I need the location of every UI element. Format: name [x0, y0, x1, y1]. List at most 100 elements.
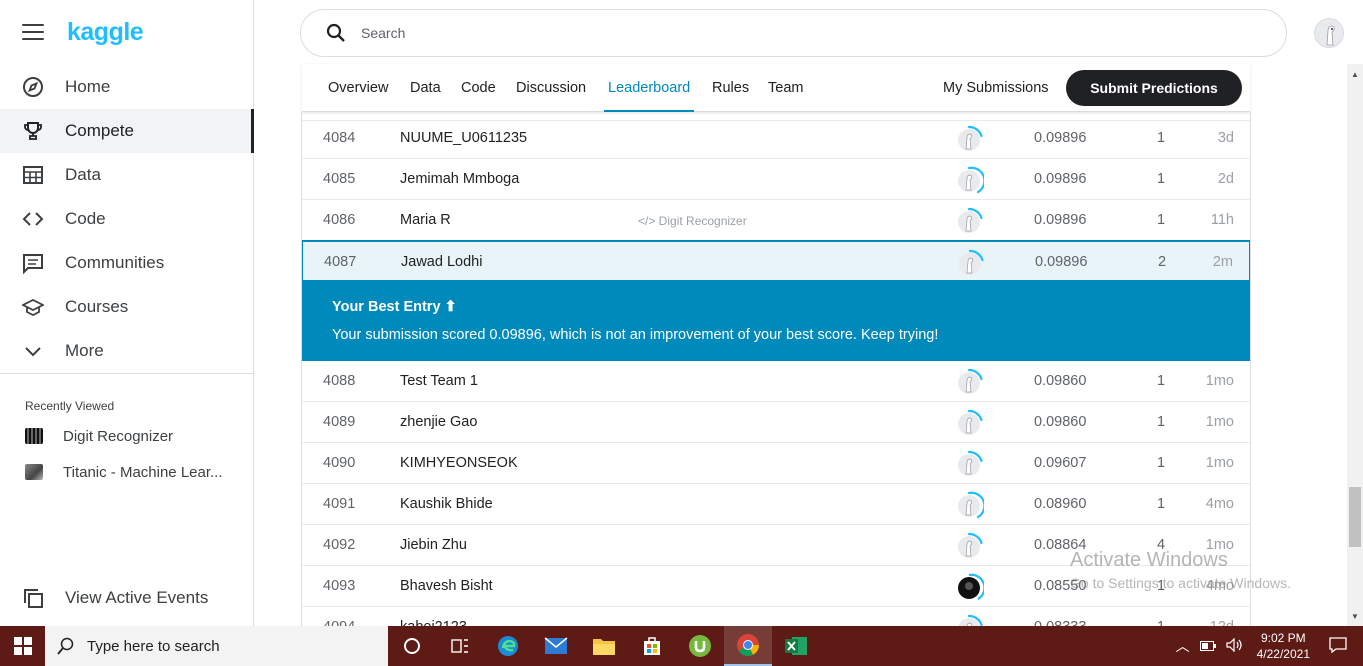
- leaderboard-row[interactable]: 4090 KIMHYEONSEOK 0.09607 1 1mo: [302, 443, 1250, 484]
- member-avatar[interactable]: [954, 532, 984, 562]
- nav-item-communities[interactable]: Communities: [0, 241, 254, 285]
- my-submissions-link[interactable]: My Submissions: [943, 64, 1049, 112]
- rank: 4090: [323, 455, 356, 471]
- tab-overview[interactable]: Overview: [328, 64, 388, 112]
- score: 0.09607: [1034, 455, 1087, 471]
- team-name[interactable]: Maria R: [400, 212, 451, 228]
- tab-data[interactable]: Data: [410, 64, 441, 112]
- rank: 4084: [323, 130, 356, 146]
- utorrent-icon[interactable]: [676, 626, 724, 666]
- volume-icon[interactable]: [1226, 637, 1244, 655]
- team-name[interactable]: KIMHYEONSEOK: [400, 455, 518, 471]
- nav-item-data[interactable]: Data: [0, 153, 254, 197]
- last-submission: 12d: [1210, 619, 1234, 626]
- user-avatar[interactable]: [1314, 18, 1344, 48]
- tab-leaderboard[interactable]: Leaderboard: [603, 64, 695, 112]
- windows-start-button[interactable]: [0, 626, 45, 666]
- leaderboard-row[interactable]: 4089 zhenjie Gao 0.09860 1 1mo: [302, 402, 1250, 443]
- edge-icon[interactable]: [484, 626, 532, 666]
- last-submission: 1mo: [1205, 373, 1234, 389]
- code-icon: [22, 208, 44, 230]
- nav-item-home[interactable]: Home: [0, 65, 254, 109]
- team-name[interactable]: kabei2123: [400, 619, 467, 626]
- entries-count: 1: [1156, 414, 1166, 430]
- task-view-icon[interactable]: [436, 626, 484, 666]
- member-avatar[interactable]: [954, 573, 986, 603]
- team-name[interactable]: Jawad Lodhi: [401, 254, 482, 270]
- team-name[interactable]: Test Team 1: [400, 373, 478, 389]
- chrome-icon[interactable]: [724, 626, 772, 666]
- my-leaderboard-row[interactable]: 4087 Jawad Lodhi 0.09896 2 2m: [302, 240, 1250, 282]
- leaderboard-row[interactable]: 4084 NUUME_U0611235 0.09896 1 3d: [302, 118, 1250, 159]
- cortana-icon[interactable]: [388, 626, 436, 666]
- submit-predictions-button[interactable]: Submit Predictions: [1066, 70, 1242, 106]
- search-input[interactable]: [361, 25, 1161, 41]
- watermark-subtitle: Go to Settings to activate Windows.: [1070, 575, 1291, 591]
- recent-item-digit-recognizer[interactable]: Digit Recognizer: [0, 421, 254, 451]
- nav-label: Courses: [65, 297, 129, 316]
- team-name[interactable]: Kaushik Bhide: [400, 496, 493, 512]
- battery-icon[interactable]: [1199, 638, 1216, 654]
- team-name[interactable]: Jiebin Zhu: [400, 537, 467, 553]
- nav-item-more[interactable]: More: [0, 329, 254, 373]
- member-avatar[interactable]: [954, 125, 984, 155]
- team-name[interactable]: Bhavesh Bisht: [400, 578, 493, 594]
- notebook-tag[interactable]: </> Digit Recognizer: [638, 214, 747, 228]
- kaggle-logo[interactable]: kaggle: [67, 18, 144, 47]
- nav-label: Compete: [65, 121, 134, 140]
- score: 0.09860: [1034, 373, 1087, 389]
- recently-viewed-title: Recently Viewed: [25, 399, 115, 413]
- member-avatar[interactable]: [954, 207, 984, 237]
- store-icon[interactable]: [628, 626, 676, 666]
- system-tray: ︿ 9:02 PM 4/22/2021: [1171, 626, 1363, 666]
- taskbar-search-box[interactable]: Type here to search: [45, 626, 388, 666]
- member-avatar[interactable]: [954, 614, 984, 626]
- excel-icon[interactable]: [772, 626, 820, 666]
- clock-date: 4/22/2021: [1256, 647, 1310, 661]
- clock-time: 9:02 PM: [1260, 631, 1306, 645]
- recent-item-titanic[interactable]: Titanic - Machine Lear...: [0, 457, 254, 487]
- scroll-down-arrow[interactable]: ▼: [1351, 612, 1359, 621]
- member-avatar[interactable]: [954, 166, 986, 196]
- nav-item-compete[interactable]: Compete: [0, 109, 254, 153]
- leaderboard-row[interactable]: 4094 kabei2123 0.08333 1 12d: [302, 607, 1250, 626]
- nav-item-code[interactable]: Code: [0, 197, 254, 241]
- leaderboard-row[interactable]: 4085 Jemimah Mmboga 0.09896 1 2d: [302, 159, 1250, 200]
- taskbar-clock[interactable]: 9:02 PM 4/22/2021: [1257, 630, 1310, 662]
- search-bar[interactable]: [300, 9, 1287, 57]
- team-name[interactable]: Jemimah Mmboga: [400, 171, 519, 187]
- scroll-up-arrow[interactable]: ▲: [1351, 70, 1359, 79]
- leaderboard-row[interactable]: 4088 Test Team 1 0.09860 1 1mo: [302, 361, 1250, 402]
- mail-icon[interactable]: [532, 626, 580, 666]
- member-avatar[interactable]: [954, 368, 984, 398]
- rank: 4092: [323, 537, 356, 553]
- best-entry-banner: Your Best Entry ⬆ Your submission scored …: [302, 281, 1250, 361]
- rank: 4088: [323, 373, 356, 389]
- team-name[interactable]: NUUME_U0611235: [400, 130, 527, 146]
- member-avatar[interactable]: [954, 491, 986, 521]
- member-avatar[interactable]: [955, 249, 985, 279]
- score: 0.09860: [1034, 414, 1087, 430]
- tab-team[interactable]: Team: [768, 64, 803, 112]
- notifications-icon[interactable]: [1329, 636, 1347, 656]
- member-avatar[interactable]: [954, 409, 984, 439]
- leaderboard-row[interactable]: 4086 Maria R </> Digit Recognizer 0.09896 1 1…: [302, 200, 1250, 241]
- page-scrollbar[interactable]: ▲ ▼: [1347, 64, 1363, 626]
- team-name[interactable]: zhenjie Gao: [400, 414, 477, 430]
- nav-label: Code: [65, 209, 106, 228]
- score: 0.09896: [1035, 254, 1088, 270]
- leaderboard-row[interactable]: 4091 Kaushik Bhide 0.08960 1 4mo: [302, 484, 1250, 525]
- scrollbar-thumb[interactable]: [1349, 487, 1361, 547]
- file-explorer-icon[interactable]: [580, 626, 628, 666]
- chevron-up-icon[interactable]: ︿: [1176, 636, 1190, 656]
- view-active-events[interactable]: View Active Events: [0, 583, 254, 613]
- tab-code[interactable]: Code: [461, 64, 496, 112]
- member-avatar[interactable]: [954, 450, 984, 480]
- rank: 4093: [323, 578, 356, 594]
- chevron-down-icon: [22, 340, 44, 362]
- menu-icon[interactable]: [22, 24, 44, 42]
- nav-item-courses[interactable]: Courses: [0, 285, 254, 329]
- tab-rules[interactable]: Rules: [712, 64, 749, 112]
- tab-discussion[interactable]: Discussion: [516, 64, 586, 112]
- windows-taskbar: Type here to search ︿ 9:02 PM 4/22/2021: [0, 626, 1363, 666]
